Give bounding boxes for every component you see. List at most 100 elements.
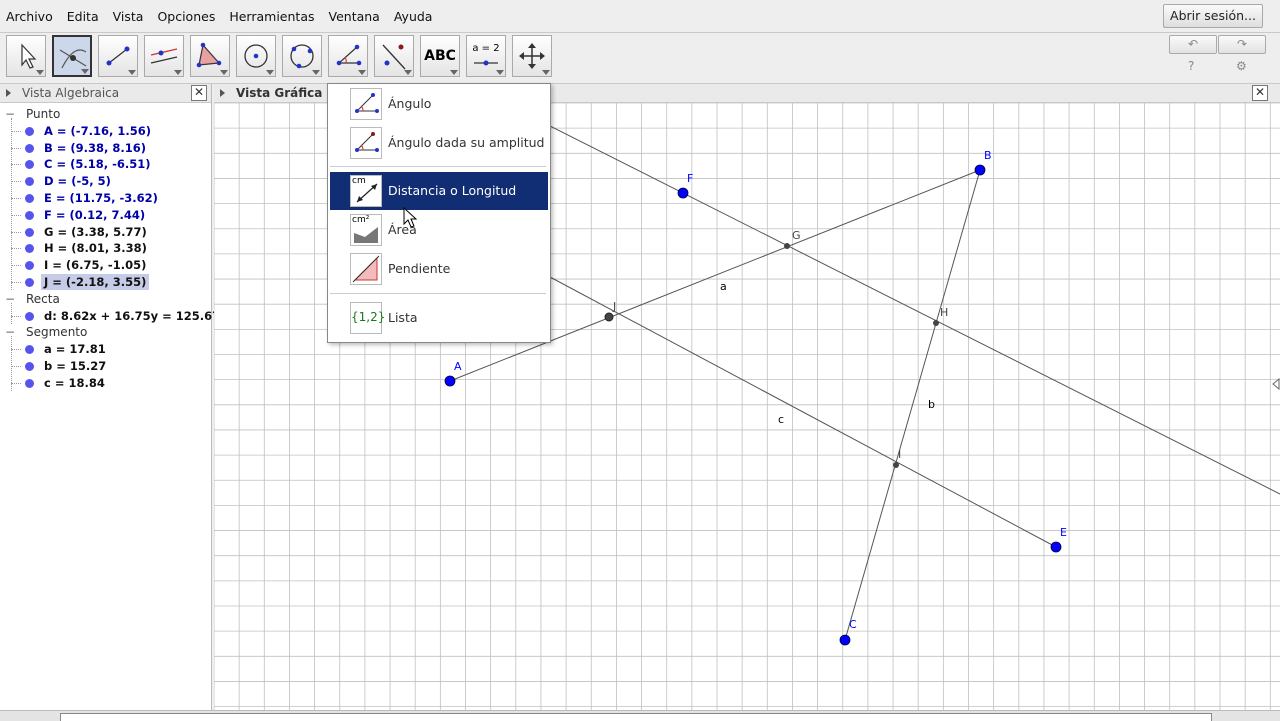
toolbar: ABC a = 2 ↶ ↷ ? ⚙	[0, 33, 1280, 84]
dropdown-item-slope[interactable]: Pendiente	[330, 250, 548, 288]
tool-conic[interactable]	[282, 35, 322, 77]
tool-menu-arrow	[81, 69, 89, 74]
point-G[interactable]	[784, 243, 790, 249]
tool-intersect[interactable]	[52, 35, 92, 77]
close-algebra-view-button[interactable]: ✕	[191, 85, 207, 101]
point-F[interactable]	[677, 187, 689, 199]
visibility-dot-icon[interactable]	[25, 278, 34, 287]
visibility-dot-icon[interactable]	[25, 362, 34, 371]
undo-button[interactable]: ↶	[1169, 35, 1217, 54]
measure-tools-dropdown: Ángulo Ángulo dada su amplitud cm Distan…	[327, 83, 551, 343]
segment-label-c: c	[778, 413, 784, 426]
help-icon[interactable]: ?	[1188, 59, 1194, 73]
list-icon-text: {1,2}	[351, 310, 386, 324]
algebra-item[interactable]: C = (5.18, -6.51)	[0, 156, 211, 172]
algebra-item[interactable]: b = 15.27	[0, 358, 211, 374]
tree-connector	[11, 164, 21, 166]
tool-menu-arrow	[36, 70, 44, 75]
menu-vista[interactable]: Vista	[113, 9, 144, 24]
tool-slider[interactable]: a = 2	[466, 35, 506, 77]
tool-line[interactable]	[98, 35, 138, 77]
point-H[interactable]	[933, 320, 939, 326]
algebra-item[interactable]: F = (0.12, 7.44)	[0, 207, 211, 223]
segment-c[interactable]	[549, 276, 1057, 548]
visibility-dot-icon[interactable]	[25, 194, 34, 203]
menu-herramientas[interactable]: Herramientas	[229, 9, 314, 24]
algebra-item[interactable]: B = (9.38, 8.16)	[0, 140, 211, 156]
tree-connector	[11, 181, 21, 183]
menu-edita[interactable]: Edita	[67, 9, 99, 24]
point-label-J: J	[612, 300, 616, 313]
point-I[interactable]	[893, 462, 899, 468]
menu-archivo[interactable]: Archivo	[6, 9, 53, 24]
dropdown-item-area[interactable]: cm² Área	[330, 211, 548, 249]
dropdown-item-list[interactable]: {1,2} Lista	[330, 299, 548, 337]
algebra-item[interactable]: I = (6.75, -1.05)	[0, 257, 211, 273]
dropdown-item-angle[interactable]: Ángulo	[330, 85, 548, 123]
algebra-item[interactable]: A = (-7.16, 1.56)	[0, 123, 211, 139]
algebra-item-text: E = (11.75, -3.62)	[44, 191, 158, 205]
visibility-dot-icon[interactable]	[25, 345, 34, 355]
algebra-item[interactable]: J = (-2.18, 3.55)	[0, 274, 211, 290]
point-C[interactable]	[839, 634, 851, 646]
tool-move[interactable]	[6, 35, 46, 77]
algebra-item[interactable]: c = 18.84	[0, 375, 211, 391]
visibility-dot-icon[interactable]	[25, 227, 34, 237]
login-button[interactable]: Abrir sesión...	[1163, 4, 1263, 28]
visibility-dot-icon[interactable]	[25, 378, 34, 388]
visibility-dot-icon[interactable]	[25, 143, 34, 153]
settings-icon[interactable]: ⚙	[1236, 59, 1247, 73]
visibility-dot-icon[interactable]	[25, 160, 34, 170]
dropdown-separator	[330, 166, 546, 167]
collapse-arrow-icon[interactable]	[6, 89, 11, 97]
point-B[interactable]	[974, 164, 986, 176]
algebra-item[interactable]: a = 17.81	[0, 341, 211, 357]
tool-polygon[interactable]	[190, 35, 230, 77]
distance-icon-text: cm	[352, 176, 366, 186]
tool-circle[interactable]	[236, 35, 276, 77]
point-J[interactable]	[604, 312, 614, 322]
visibility-dot-icon[interactable]	[25, 261, 34, 271]
algebra-item-text: I = (6.75, -1.05)	[44, 258, 147, 273]
collapse-arrow-icon[interactable]	[220, 89, 225, 97]
menu-ayuda[interactable]: Ayuda	[394, 9, 433, 24]
visibility-dot-icon[interactable]	[25, 210, 34, 220]
angle-fixed-icon	[350, 127, 382, 159]
menu-ventana[interactable]: Ventana	[329, 9, 380, 24]
tool-move-view[interactable]	[512, 35, 552, 77]
tree-connector	[11, 315, 21, 317]
point-A[interactable]	[444, 375, 456, 387]
visibility-dot-icon[interactable]	[25, 177, 34, 187]
tool-text[interactable]: ABC	[420, 35, 460, 77]
dropdown-item-distance[interactable]: cm Distancia o Longitud	[330, 172, 548, 210]
algebra-item[interactable]: d: 8.62x + 16.75y = 125.67	[0, 308, 220, 324]
redo-button[interactable]: ↷	[1218, 35, 1266, 54]
menu-opciones[interactable]: Opciones	[157, 9, 215, 24]
tool-angle[interactable]	[328, 35, 368, 77]
intersect-icon	[59, 49, 87, 69]
expand-panel-icon[interactable]	[1272, 378, 1280, 390]
angle-icon	[336, 44, 362, 66]
tool-menu-arrow	[220, 70, 228, 75]
algebra-item[interactable]: E = (11.75, -3.62)	[0, 190, 211, 206]
tool-parallel[interactable]	[144, 35, 184, 77]
algebra-item[interactable]: H = (8.01, 3.38)	[0, 240, 211, 256]
tree-connector	[11, 302, 12, 324]
line-d[interactable]	[549, 125, 1280, 495]
point-label-A: A	[454, 360, 462, 373]
point-label-F: F	[687, 172, 693, 185]
algebra-item-text: A = (-7.16, 1.56)	[44, 123, 151, 138]
visibility-dot-icon[interactable]	[25, 244, 34, 254]
visibility-dot-icon[interactable]	[25, 126, 34, 136]
algebra-item[interactable]: G = (3.38, 5.77)	[0, 224, 211, 240]
algebra-item[interactable]: D = (-5, 5)	[0, 173, 211, 189]
segment-label-b: b	[928, 398, 935, 411]
point-E[interactable]	[1050, 541, 1062, 553]
dropdown-item-angle-fixed[interactable]: Ángulo dada su amplitud	[330, 124, 548, 162]
slider-icon	[474, 60, 498, 66]
tool-reflect[interactable]	[374, 35, 414, 77]
visibility-dot-icon[interactable]	[25, 311, 34, 321]
close-graphics-view-button[interactable]: ✕	[1252, 85, 1268, 101]
tool-menu-arrow	[358, 70, 366, 75]
tool-menu-arrow	[266, 70, 274, 75]
